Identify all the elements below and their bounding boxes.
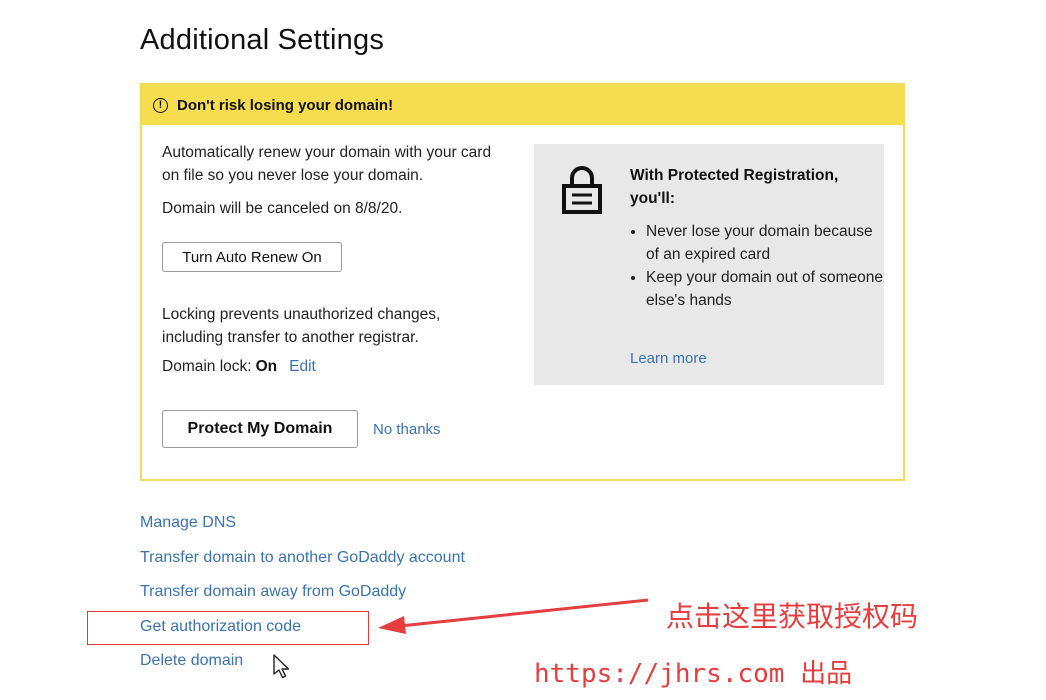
manage-dns-link[interactable]: Manage DNS [140,514,236,532]
domain-lock-value: On [255,358,278,375]
cancel-date-text: Domain will be canceled on 8/8/20. [162,200,403,217]
mouse-cursor-icon [273,654,290,679]
domain-lock-label: Domain lock: [162,358,252,375]
watermark-text: https://jhrs.com 出品 [534,659,853,689]
highlight-box [87,611,369,645]
promo-benefits-list: Never lose your domain because of an exp… [626,220,886,312]
warning-header-text: Don't risk losing your domain! [177,96,394,114]
domain-warning-card: ! Don't risk losing your domain! Automat… [140,83,905,481]
annotation-text: 点击这里获取授权码 [666,600,919,633]
locking-text: Locking prevents unauthorized changes, i… [162,306,441,346]
warning-header: ! Don't risk losing your domain! [142,85,903,125]
delete-domain-link[interactable]: Delete domain [140,652,243,670]
transfer-away-link[interactable]: Transfer domain away from GoDaddy [140,583,406,601]
lock-icon [562,166,602,214]
turn-auto-renew-on-button[interactable]: Turn Auto Renew On [162,242,342,272]
no-thanks-link[interactable]: No thanks [373,421,441,438]
page-title: Additional Settings [140,24,385,56]
protected-registration-panel: With Protected Registration, you'll: Nev… [534,144,884,385]
learn-more-link[interactable]: Learn more [630,350,707,367]
promo-benefit-item: Never lose your domain because of an exp… [646,220,886,266]
transfer-to-godaddy-account-link[interactable]: Transfer domain to another GoDaddy accou… [140,549,465,567]
protect-my-domain-button[interactable]: Protect My Domain [162,410,358,448]
edit-lock-link[interactable]: Edit [289,358,316,375]
red-arrow-icon [378,598,649,634]
domain-lock-row: Domain lock: On Edit [162,358,316,376]
auto-renew-text: Automatically renew your domain with you… [162,144,492,184]
promo-title: With Protected Registration, you'll: [630,167,839,207]
info-icon: ! [153,97,168,113]
promo-benefit-item: Keep your domain out of someone else's h… [646,266,886,312]
